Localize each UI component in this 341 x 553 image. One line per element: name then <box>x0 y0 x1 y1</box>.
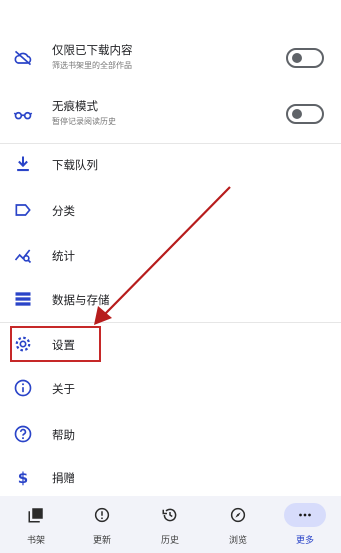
nav-label: 更新 <box>92 536 111 546</box>
history-icon <box>160 505 180 525</box>
nav-label: 更多 <box>295 536 314 546</box>
nav-label: 浏览 <box>228 536 247 546</box>
compass-icon <box>228 505 248 525</box>
bottom-navigation: 书架 更新 历史 浏览 更多 <box>0 496 341 553</box>
nav-updates[interactable]: 更新 <box>68 496 136 553</box>
more-icon <box>295 505 315 525</box>
library-icon <box>26 505 46 525</box>
nav-library[interactable]: 书架 <box>2 496 70 553</box>
nav-label: 历史 <box>160 536 179 546</box>
annotation-arrow <box>94 186 231 325</box>
nav-label: 书架 <box>26 536 45 546</box>
nav-browse[interactable]: 浏览 <box>204 496 272 553</box>
nav-more[interactable]: 更多 <box>271 496 339 553</box>
updates-icon <box>92 505 112 525</box>
nav-history[interactable]: 历史 <box>136 496 204 553</box>
